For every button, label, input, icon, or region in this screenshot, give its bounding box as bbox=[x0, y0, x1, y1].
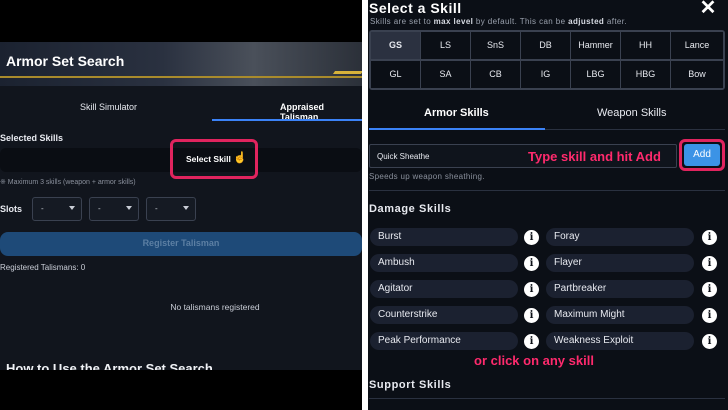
skill-counterstrike[interactable]: Counterstrike bbox=[370, 306, 518, 324]
tab-skill-simulator[interactable]: Skill Simulator bbox=[80, 102, 137, 112]
info-icon[interactable]: i bbox=[702, 256, 717, 271]
hand-pointer-icon: ☝ bbox=[233, 152, 247, 164]
info-icon[interactable]: i bbox=[524, 282, 539, 297]
active-tab-indicator bbox=[212, 119, 362, 121]
weapon-gs[interactable]: GS bbox=[370, 31, 421, 60]
skill-foray[interactable]: Foray bbox=[546, 228, 694, 246]
empty-message: No talismans registered bbox=[170, 302, 260, 312]
chevron-down-icon bbox=[183, 206, 189, 210]
skill-partbreaker[interactable]: Partbreaker bbox=[546, 280, 694, 298]
skill-ambush[interactable]: Ambush bbox=[370, 254, 518, 272]
weapon-ls[interactable]: LS bbox=[420, 31, 471, 60]
support-skills-heading: Support Skills bbox=[369, 379, 452, 391]
info-icon[interactable]: i bbox=[702, 308, 717, 323]
bottom-divider bbox=[369, 398, 725, 399]
modal-title: Select a Skill bbox=[369, 0, 462, 16]
info-icon[interactable]: i bbox=[524, 256, 539, 271]
skill-description: Speeds up weapon sheathing. bbox=[369, 172, 485, 181]
info-icon[interactable]: i bbox=[702, 282, 717, 297]
weapon-sns[interactable]: SnS bbox=[470, 31, 521, 60]
weapon-hh[interactable]: HH bbox=[620, 31, 671, 60]
header-banner: Armor Set Search bbox=[0, 42, 362, 86]
skills-limit-note: ※ Maximum 3 skills (weapon + armor skill… bbox=[0, 179, 136, 186]
section-divider bbox=[369, 190, 725, 191]
select-skill-label: Select Skill bbox=[186, 154, 231, 164]
damage-skills-heading: Damage Skills bbox=[369, 203, 452, 215]
skill-flayer[interactable]: Flayer bbox=[546, 254, 694, 272]
close-icon[interactable]: ✕ bbox=[698, 0, 718, 18]
info-icon[interactable]: i bbox=[702, 230, 717, 245]
modal-subtitle: Skills are set to max level by default. … bbox=[370, 17, 628, 26]
armor-search-app: Armor Set Search Skill Simulator Apprais… bbox=[0, 42, 362, 370]
howto-heading: How to Use the Armor Set Search bbox=[6, 361, 213, 370]
register-talisman-button[interactable]: Register Talisman bbox=[0, 232, 362, 256]
weapon-ig[interactable]: IG bbox=[520, 60, 571, 89]
slot-select-1[interactable]: - bbox=[32, 197, 82, 221]
weapon-hbg[interactable]: HBG bbox=[620, 60, 671, 89]
weapon-lance[interactable]: Lance bbox=[670, 31, 724, 60]
weapon-gl[interactable]: GL bbox=[370, 60, 421, 89]
weapon-type-grid: GS LS SnS DB Hammer HH Lance GL SA CB IG… bbox=[369, 30, 725, 90]
callout-type-add: Type skill and hit Add bbox=[528, 149, 661, 164]
page-title: Armor Set Search bbox=[6, 53, 125, 69]
skill-weakness-exploit[interactable]: Weakness Exploit bbox=[546, 332, 694, 350]
slot-select-3[interactable]: - bbox=[146, 197, 196, 221]
info-icon[interactable]: i bbox=[524, 230, 539, 245]
skill-burst[interactable]: Burst bbox=[370, 228, 518, 246]
skill-search-value: Quick Sheathe bbox=[377, 152, 430, 161]
registered-count: Registered Talismans: 0 bbox=[0, 263, 86, 272]
info-icon[interactable]: i bbox=[524, 334, 539, 349]
screenshot-stage: Armor Set Search Skill Simulator Apprais… bbox=[0, 0, 728, 410]
chevron-down-icon bbox=[69, 206, 75, 210]
selected-skills-label: Selected Skills bbox=[0, 133, 64, 143]
tab-weapon-skills[interactable]: Weapon Skills bbox=[597, 107, 667, 119]
weapon-bow[interactable]: Bow bbox=[670, 60, 724, 89]
slots-label: Slots bbox=[0, 204, 23, 214]
tab-armor-skills[interactable]: Armor Skills bbox=[424, 107, 489, 119]
skill-peak-performance[interactable]: Peak Performance bbox=[370, 332, 518, 350]
weapon-hammer[interactable]: Hammer bbox=[570, 31, 621, 60]
skill-agitator[interactable]: Agitator bbox=[370, 280, 518, 298]
weapon-sa[interactable]: SA bbox=[420, 60, 471, 89]
active-tab-indicator bbox=[369, 128, 545, 130]
weapon-cb[interactable]: CB bbox=[470, 60, 521, 89]
weapon-lbg[interactable]: LBG bbox=[570, 60, 621, 89]
info-icon[interactable]: i bbox=[524, 308, 539, 323]
skill-maximum-might[interactable]: Maximum Might bbox=[546, 306, 694, 324]
add-button[interactable]: Add bbox=[684, 144, 720, 166]
header-gold-accent bbox=[332, 71, 362, 74]
chevron-down-icon bbox=[126, 206, 132, 210]
armor-search-panel: Armor Set Search Skill Simulator Apprais… bbox=[0, 0, 362, 410]
weapon-db[interactable]: DB bbox=[520, 31, 571, 60]
header-gold-rule bbox=[0, 76, 362, 78]
slot-select-2[interactable]: - bbox=[89, 197, 139, 221]
info-icon[interactable]: i bbox=[702, 334, 717, 349]
callout-click-skill: or click on any skill bbox=[474, 353, 594, 368]
select-skill-modal: Select a Skill ✕ Skills are set to max l… bbox=[368, 0, 728, 410]
